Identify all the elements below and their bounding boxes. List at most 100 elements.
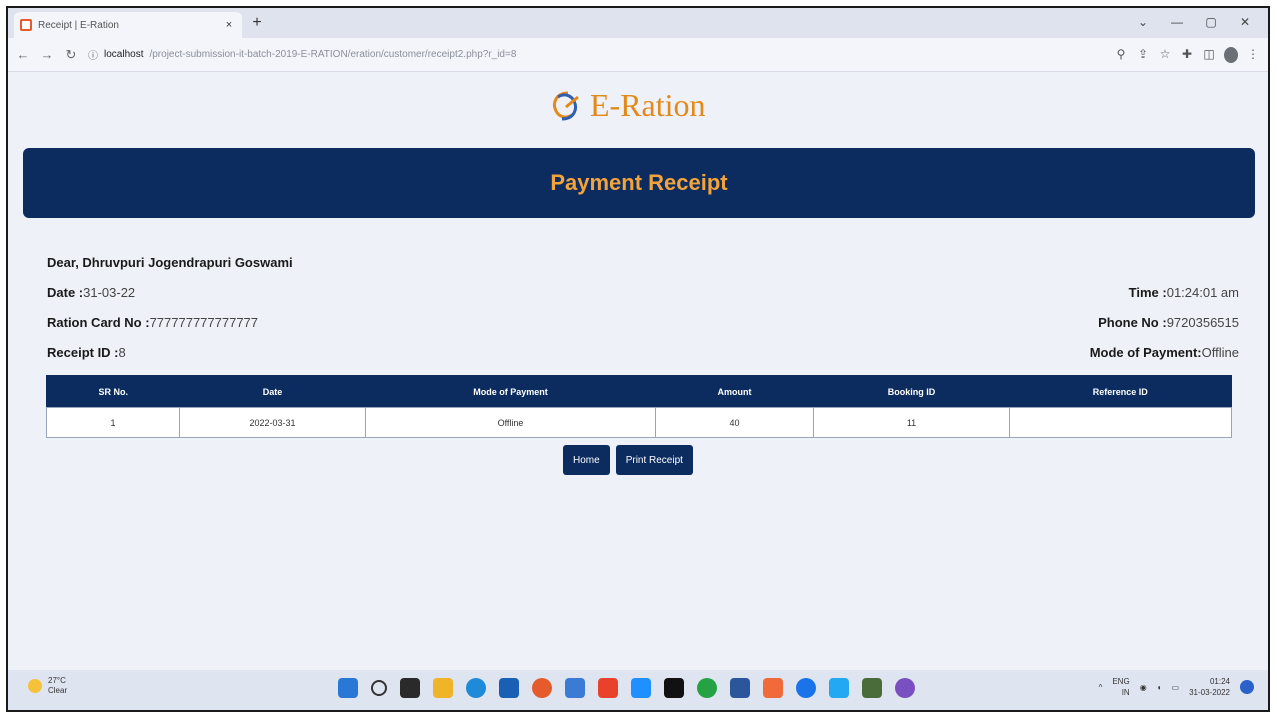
table-cell: 11 xyxy=(813,407,1010,438)
url-field[interactable]: ⓘ localhost/project-submission-it-batch-… xyxy=(88,44,1104,66)
volume-icon[interactable]: ◖ xyxy=(1157,683,1162,692)
column-header: Reference ID xyxy=(1009,375,1232,408)
battery-icon[interactable]: ▭ xyxy=(1172,683,1180,692)
customer-greeting: Dear, Dhruvpuri Jogendrapuri Goswami xyxy=(47,255,293,270)
weather-desc: Clear xyxy=(48,686,68,695)
bookmark-star-icon[interactable]: ☆ xyxy=(1158,47,1172,63)
screen-frame: Receipt | E-Ration × + ⌄ — ▢ ✕ ← → ↻ ⓘ l… xyxy=(6,6,1270,712)
weather-sun-icon xyxy=(28,679,42,693)
receipt-id-label: Receipt ID : xyxy=(47,345,119,360)
logo-text: E-Ration xyxy=(590,87,706,123)
browser-tab-bar: Receipt | E-Ration × + ⌄ — ▢ ✕ xyxy=(8,8,1268,38)
zoom-icon[interactable]: ⚲ xyxy=(1114,47,1128,63)
windows-taskbar: 27°C Clear ^ ENG IN ◉ ◖ ▭ 01:24 31-03-20… xyxy=(8,670,1268,710)
office-icon[interactable] xyxy=(598,678,618,698)
favicon-icon xyxy=(20,19,32,31)
site-logo[interactable]: E-Ration xyxy=(548,87,706,124)
extensions-icon[interactable]: ✚ xyxy=(1180,47,1194,63)
language-code: ENG xyxy=(1112,677,1130,686)
back-icon[interactable]: ← xyxy=(16,47,30,62)
word-icon[interactable] xyxy=(730,678,750,698)
wifi-icon[interactable]: ◉ xyxy=(1140,683,1147,692)
file-explorer-icon[interactable] xyxy=(433,678,453,698)
column-header: Booking ID xyxy=(813,375,1010,408)
notification-icon[interactable] xyxy=(1240,680,1254,694)
table-cell: 40 xyxy=(655,407,814,438)
sidebar-icon[interactable]: ◫ xyxy=(1202,47,1216,63)
home-button[interactable]: Home xyxy=(563,445,610,475)
menu-icon[interactable]: ⋮ xyxy=(1246,47,1260,63)
address-actions: ⚲ ⇪ ☆ ✚ ◫ ⋮ xyxy=(1114,46,1260,63)
window-controls: ⌄ — ▢ ✕ xyxy=(1126,12,1262,32)
table-cell: 1 xyxy=(46,407,180,438)
receipt-table: SR No. Date Mode of Payment Amount Booki… xyxy=(46,375,1232,438)
ration-card-label: Ration Card No : xyxy=(47,315,150,330)
start-icon[interactable] xyxy=(338,678,358,698)
column-header: SR No. xyxy=(46,375,180,408)
date-field: Date :31-03-22 xyxy=(47,285,135,300)
payment-mode-field: Mode of Payment:Offline xyxy=(1090,345,1239,360)
phone-value: 9720356515 xyxy=(1166,315,1239,330)
receipt-id-field: Receipt ID :8 xyxy=(47,345,126,360)
language-indicator[interactable]: ENG IN xyxy=(1112,676,1129,698)
weather-widget[interactable]: 27°C Clear xyxy=(28,676,67,696)
phone-label: Phone No : xyxy=(1098,315,1167,330)
tab-title: Receipt | E-Ration xyxy=(38,19,119,31)
payment-mode-value: Offline xyxy=(1201,345,1239,360)
vscode-icon[interactable] xyxy=(829,678,849,698)
share-icon[interactable]: ⇪ xyxy=(1136,47,1150,63)
minecraft-icon[interactable] xyxy=(862,678,882,698)
logo-swirl-icon xyxy=(553,91,579,120)
receipt-id-value: 8 xyxy=(118,345,126,360)
site-info-icon[interactable]: ⓘ xyxy=(88,47,98,62)
receipt-banner: Payment Receipt xyxy=(23,148,1255,218)
print-receipt-button[interactable]: Print Receipt xyxy=(615,445,693,475)
time-label: Time : xyxy=(1128,285,1167,300)
page-content: E-Ration Payment Receipt Dear, Dhruvpuri… xyxy=(8,73,1268,673)
search-icon[interactable] xyxy=(371,680,387,696)
action-buttons: Home Print Receipt xyxy=(563,445,693,475)
forward-icon[interactable]: → xyxy=(40,47,54,62)
table-cell: Offline xyxy=(365,407,656,438)
page-title: Payment Receipt xyxy=(550,170,728,195)
xampp-icon[interactable] xyxy=(763,678,783,698)
column-header: Amount xyxy=(655,375,814,408)
minimize-button[interactable]: — xyxy=(1160,12,1194,32)
ration-card-field: Ration Card No :777777777777777 xyxy=(47,315,258,330)
date-value: 31-03-22 xyxy=(83,285,136,300)
reload-icon[interactable]: ↻ xyxy=(64,47,78,63)
column-header: Mode of Payment xyxy=(365,375,656,408)
teams-icon[interactable] xyxy=(631,678,651,698)
chrome-icon[interactable] xyxy=(796,678,816,698)
address-bar: ← → ↻ ⓘ localhost/project-submission-it-… xyxy=(8,38,1268,72)
clock[interactable]: 01:24 31-03-2022 xyxy=(1189,676,1230,698)
edge-icon[interactable] xyxy=(466,678,486,698)
clock-time: 01:24 xyxy=(1209,677,1230,686)
terminal-icon[interactable] xyxy=(664,678,684,698)
payment-mode-label: Mode of Payment: xyxy=(1089,345,1202,360)
region-code: IN xyxy=(1121,688,1130,697)
task-view-icon[interactable] xyxy=(400,678,420,698)
tray-chevron-icon[interactable]: ^ xyxy=(1099,683,1103,692)
maximize-button[interactable]: ▢ xyxy=(1194,12,1228,32)
close-tab-icon[interactable]: × xyxy=(222,19,236,31)
app-icon[interactable] xyxy=(895,678,915,698)
weather-text: 27°C Clear xyxy=(48,676,67,696)
url-host: localhost xyxy=(104,49,144,60)
browser-tab[interactable]: Receipt | E-Ration × xyxy=(14,12,242,38)
table-cell: 2022-03-31 xyxy=(179,407,366,438)
table-cell xyxy=(1009,407,1232,438)
taskbar-apps xyxy=(338,678,915,698)
time-value: 01:24:01 am xyxy=(1166,285,1239,300)
profile-avatar-icon[interactable] xyxy=(1224,46,1238,63)
firefox-icon[interactable] xyxy=(532,678,552,698)
tab-search-icon[interactable]: ⌄ xyxy=(1126,12,1160,32)
table-row: 1 2022-03-31 Offline 40 11 xyxy=(46,407,1232,438)
system-tray: ^ ENG IN ◉ ◖ ▭ 01:24 31-03-2022 xyxy=(1099,676,1254,698)
whatsapp-icon[interactable] xyxy=(697,678,717,698)
mail-icon[interactable] xyxy=(565,678,585,698)
new-tab-button[interactable]: + xyxy=(248,14,266,32)
phone-field: Phone No :9720356515 xyxy=(1098,315,1239,330)
store-icon[interactable] xyxy=(499,678,519,698)
close-window-button[interactable]: ✕ xyxy=(1228,12,1262,32)
